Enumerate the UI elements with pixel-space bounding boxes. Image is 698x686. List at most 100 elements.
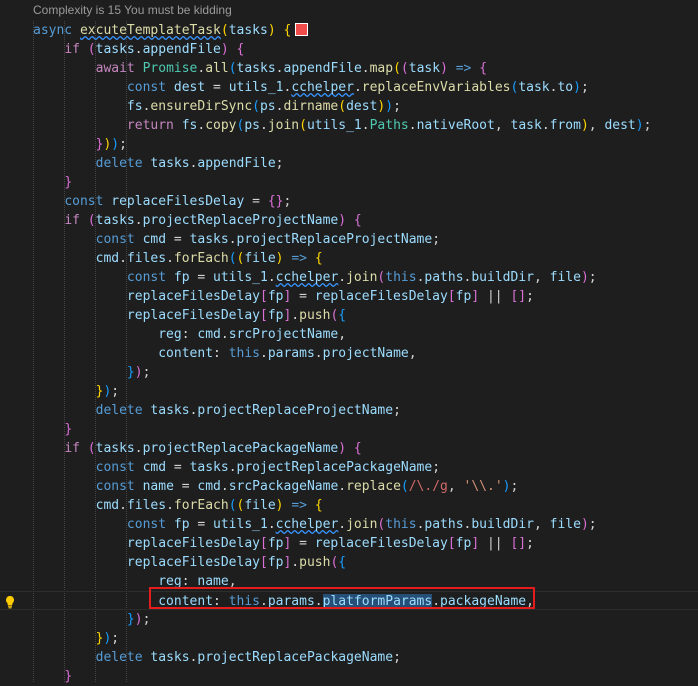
code-token: tasks <box>150 403 190 418</box>
code-token: ; <box>275 156 284 171</box>
code-token: appendFile <box>283 61 362 76</box>
code-token: tasks <box>189 232 229 247</box>
code-line: const cmd = tasks.projectReplaceProjectN… <box>0 230 698 249</box>
code-token: Paths <box>369 118 409 133</box>
code-token: ) <box>502 479 511 494</box>
code-token: } <box>64 175 73 190</box>
code-token: . <box>166 251 174 266</box>
code-token: ( <box>228 498 237 513</box>
code-token: paths <box>424 270 464 285</box>
code-token: ( <box>338 99 347 114</box>
code-token: = <box>299 289 307 304</box>
breakpoint-marker[interactable] <box>295 22 309 36</box>
code-token: ( <box>299 118 307 133</box>
code-token: . <box>314 594 323 609</box>
code-line: reg: name, <box>0 572 698 591</box>
code-token: buildDir <box>471 517 534 532</box>
code-token: . <box>134 441 143 456</box>
code-token: tasks <box>189 460 229 475</box>
code-token: const <box>64 194 104 209</box>
code-token: dest <box>173 80 206 95</box>
code-line: replaceFilesDelay[fp] = replaceFilesDela… <box>0 534 698 553</box>
code-token: cchelper <box>291 80 354 95</box>
code-token: files <box>126 498 167 513</box>
code-token: ) <box>134 612 143 627</box>
code-token: cmd <box>197 479 221 494</box>
code-token: platformParams <box>322 594 433 609</box>
code-token: = <box>181 479 190 494</box>
code-token: push <box>299 555 331 570</box>
code-token: this <box>228 594 260 609</box>
token: excuteTemplateTask <box>79 23 221 38</box>
code-token: ] <box>283 536 292 551</box>
code-token: projectReplacePackageName <box>142 441 339 456</box>
code-token: task <box>518 80 550 95</box>
code-line: content: this.params.projectName, <box>0 344 698 363</box>
code-token: replaceFilesDelay <box>126 555 260 570</box>
codelens-complexity[interactable]: Complexity is 15 You must be kidding <box>0 0 698 21</box>
code-token: file <box>549 270 581 285</box>
code-line: reg: cmd.srcProjectName, <box>0 325 698 344</box>
code-token: tasks <box>150 650 190 665</box>
code-line: const fp = utils_1.cchelper.join(this.pa… <box>0 268 698 287</box>
token: ) <box>267 23 276 38</box>
code-token: dest <box>346 99 378 114</box>
token: { <box>275 23 292 38</box>
code-token: ( <box>87 441 96 456</box>
code-token: . <box>260 118 268 133</box>
code-token: . <box>220 479 229 494</box>
code-token: await <box>95 61 135 76</box>
code-token: ; <box>393 403 401 418</box>
code-token: '\\.' <box>463 479 503 494</box>
code-token: { <box>353 441 362 456</box>
code-token: appendFile <box>197 156 276 171</box>
code-token: forEach <box>173 498 229 513</box>
code-token: ] <box>471 289 480 304</box>
code-token: { <box>236 42 245 57</box>
code-token: projectReplaceProjectName <box>142 213 339 228</box>
code-token: replaceFilesDelay <box>314 289 448 304</box>
code-token: [ <box>447 536 456 551</box>
code-token: cchelper <box>275 270 339 285</box>
code-token: . <box>119 251 127 266</box>
token: async <box>33 23 73 38</box>
code-token: /\./g <box>408 479 448 494</box>
code-line: delete tasks.appendFile; <box>0 154 698 173</box>
code-token: . <box>220 327 229 342</box>
code-token: replaceFilesDelay <box>314 536 448 551</box>
code-token: replaceFilesDelay <box>126 308 260 323</box>
code-token: ; <box>588 517 597 532</box>
code-token: { <box>353 213 362 228</box>
code-token: . <box>267 270 276 285</box>
code-token: . <box>134 42 143 57</box>
code-token: cmd <box>142 460 167 475</box>
code-token: ) <box>275 498 284 513</box>
code-token: . <box>260 594 268 609</box>
code-token: projectReplacePackageName <box>197 650 394 665</box>
code-token: ; <box>142 365 151 380</box>
code-line: replaceFilesDelay[fp].push({ <box>0 553 698 572</box>
code-line: })); <box>0 135 698 154</box>
code-token: ensureDirSync <box>150 99 253 114</box>
code-token: ; <box>510 479 519 494</box>
code-token: ( <box>252 99 260 114</box>
code-token: [ <box>447 289 456 304</box>
code-token: = <box>252 194 260 209</box>
lightbulb-icon[interactable] <box>4 595 16 609</box>
code-token: ) <box>338 213 347 228</box>
code-line: if (tasks.projectReplaceProjectName) { <box>0 211 698 230</box>
code-token: || <box>486 289 503 304</box>
code-token: dirname <box>283 99 339 114</box>
code-token: fs <box>126 99 143 114</box>
code-token: = <box>173 460 182 475</box>
code-token: . <box>228 460 237 475</box>
code-token: copy <box>205 118 237 133</box>
code-token: . <box>353 80 362 95</box>
code-token: fp <box>267 536 284 551</box>
code-line: if (tasks.appendFile) { <box>0 40 698 59</box>
code-token: file <box>244 251 276 266</box>
code-token: ( <box>228 61 237 76</box>
code-editor[interactable]: async excuteTemplateTask ( tasks) { if (ta… <box>0 21 698 686</box>
code-token: appendFile <box>142 42 221 57</box>
code-token: , <box>228 574 237 589</box>
